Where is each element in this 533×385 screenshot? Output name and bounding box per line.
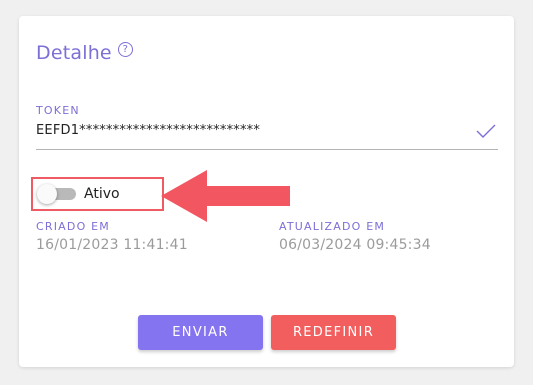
question-circle-icon[interactable]: ? [117, 41, 133, 57]
annotation-arrow-icon [161, 170, 290, 222]
created-label: CRIADO EM [36, 220, 110, 233]
token-value[interactable]: EEFD1*************************** [36, 123, 260, 138]
card-header: Detalhe ? [36, 41, 133, 64]
token-field[interactable]: EEFD1*************************** [36, 120, 498, 150]
active-switch-label: Ativo [84, 186, 120, 202]
card-title: Detalhe [36, 42, 112, 64]
token-label: TOKEN [36, 104, 80, 117]
created-value: 16/01/2023 11:41:41 [36, 237, 188, 253]
updated-value: 06/03/2024 09:45:34 [279, 237, 431, 253]
updated-label: ATUALIZADO EM [279, 220, 386, 233]
active-toggle-highlight: Ativo [31, 177, 164, 211]
check-icon [476, 124, 496, 138]
reset-button[interactable]: REDEFINIR [271, 315, 396, 350]
active-switch[interactable] [37, 184, 77, 204]
send-button[interactable]: ENVIAR [138, 315, 263, 350]
switch-thumb[interactable] [37, 184, 57, 204]
detail-card: Detalhe ? TOKEN EEFD1*******************… [19, 16, 514, 367]
